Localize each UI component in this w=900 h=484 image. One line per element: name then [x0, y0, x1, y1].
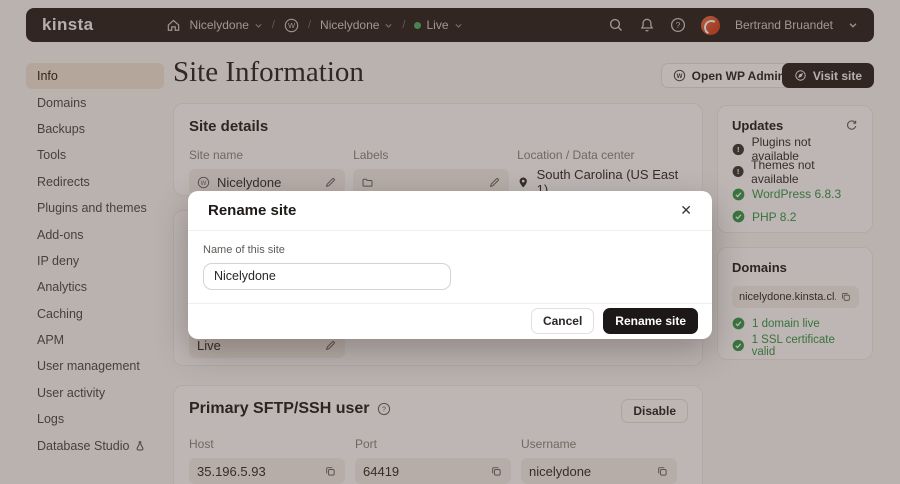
modal-title: Rename site — [208, 201, 297, 219]
site-name-input-label: Name of this site — [203, 243, 285, 256]
cancel-button[interactable]: Cancel — [530, 308, 595, 335]
rename-site-button[interactable]: Rename site — [603, 308, 698, 335]
site-name-input[interactable] — [203, 262, 451, 290]
close-icon[interactable]: ✕ — [680, 203, 692, 217]
rename-site-modal: Rename site ✕ Name of this site Cancel R… — [188, 191, 712, 339]
